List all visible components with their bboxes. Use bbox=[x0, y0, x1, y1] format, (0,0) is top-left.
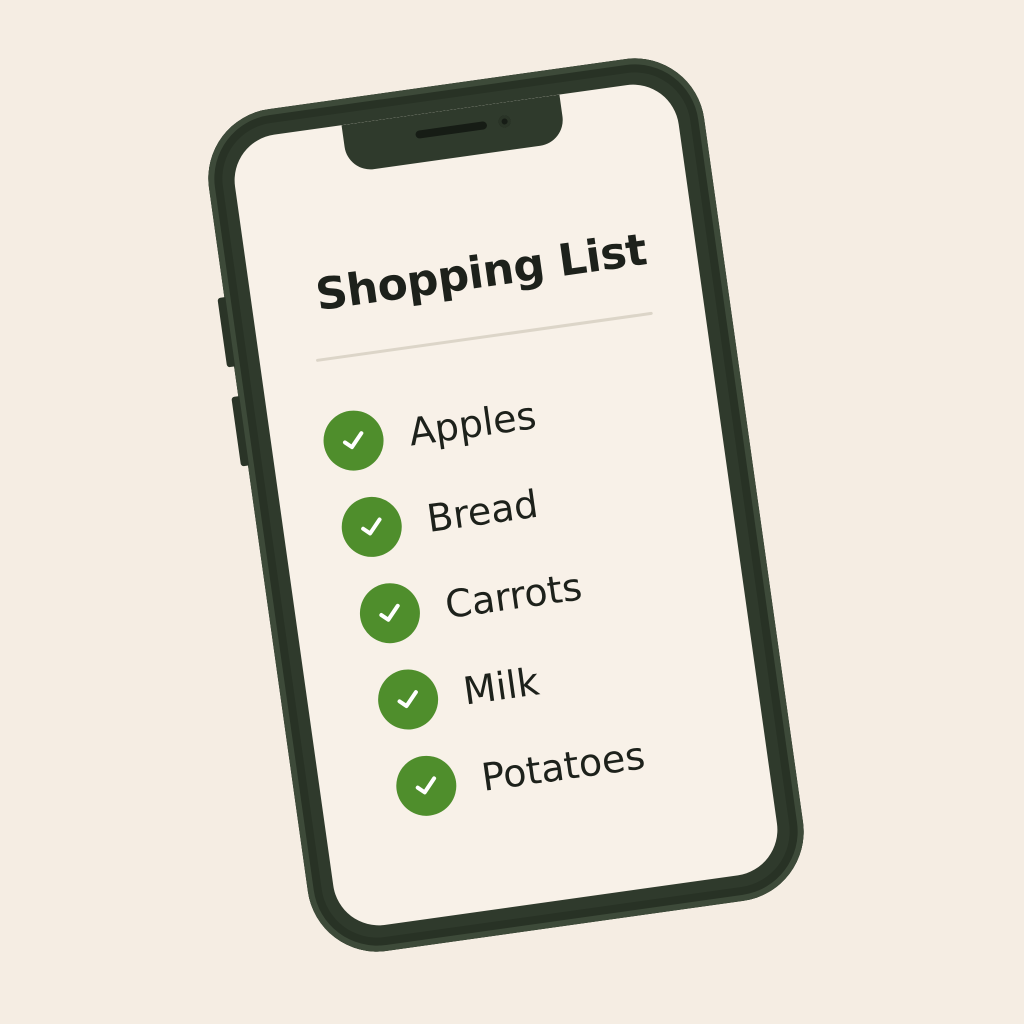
shopping-list: Apples Bread Carrots Milk Potatoes bbox=[318, 363, 651, 837]
title-divider bbox=[315, 311, 653, 363]
scene: Shopping List Apples Bread Carrots Milk … bbox=[0, 0, 1024, 1024]
front-camera-icon bbox=[497, 114, 512, 129]
page-title: Shopping List bbox=[312, 224, 650, 322]
check-circle-icon[interactable] bbox=[337, 493, 406, 561]
item-label: Bread bbox=[424, 481, 541, 541]
check-circle-icon[interactable] bbox=[392, 751, 461, 820]
check-circle-icon[interactable] bbox=[374, 665, 443, 734]
check-circle-icon[interactable] bbox=[356, 579, 424, 648]
speaker-grille bbox=[415, 120, 488, 139]
item-label: Carrots bbox=[442, 564, 585, 628]
phone: Shopping List Apples Bread Carrots Milk … bbox=[199, 49, 813, 961]
check-circle-icon[interactable] bbox=[319, 406, 388, 475]
item-label: Milk bbox=[460, 659, 542, 714]
item-label: Apples bbox=[405, 393, 539, 455]
item-label: Potatoes bbox=[478, 733, 648, 800]
